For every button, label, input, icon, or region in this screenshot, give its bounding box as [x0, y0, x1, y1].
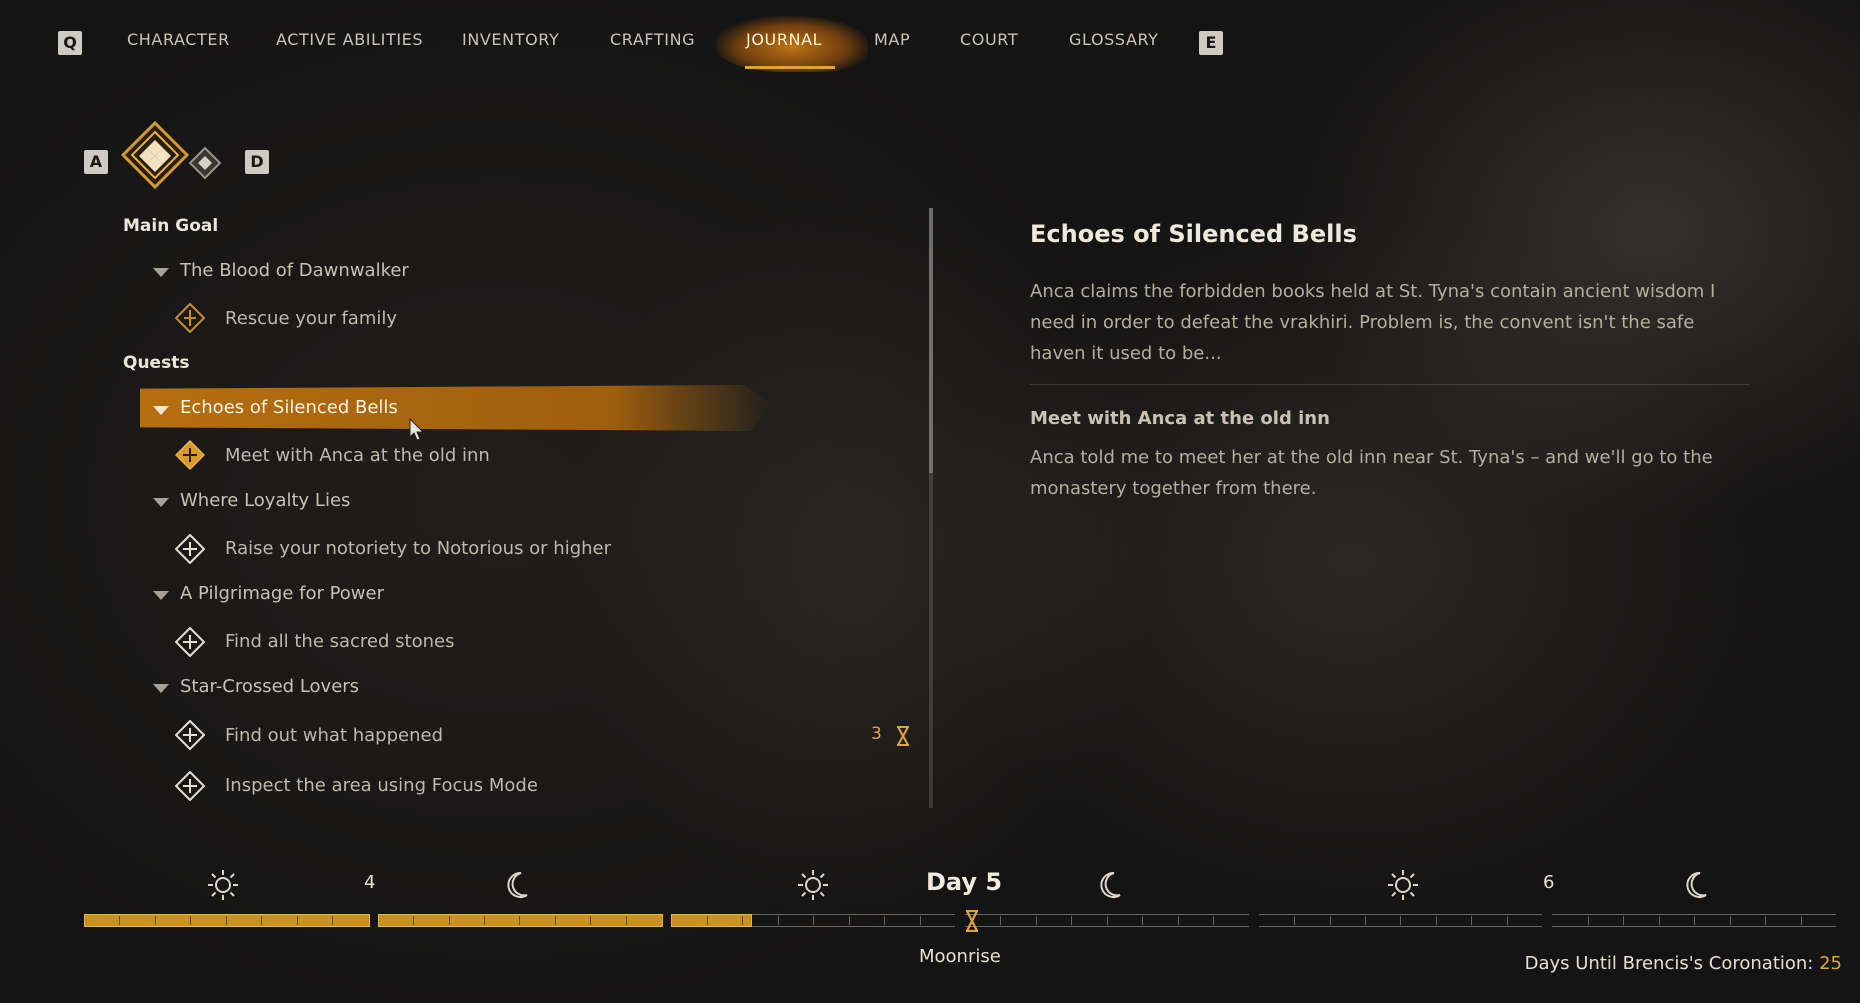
quests-heading: Quests — [123, 353, 190, 373]
timeline-segment — [1552, 914, 1836, 927]
timeline-segment — [1258, 914, 1543, 927]
next-day-number: 6 — [1543, 872, 1555, 893]
main-objective-diamond-icon — [175, 303, 205, 333]
sun-icon — [208, 870, 238, 900]
objective-diamond-icon — [175, 771, 205, 801]
active-tab-underline — [745, 66, 835, 69]
current-day-label: Day 5 — [926, 868, 1003, 896]
main-goal-heading: Main Goal — [123, 216, 219, 236]
tab-character[interactable]: CHARACTER — [127, 30, 230, 56]
objective-text[interactable]: Find out what happened — [225, 725, 443, 746]
detail-divider — [1030, 384, 1750, 385]
quest-title[interactable]: Star-Crossed Lovers — [180, 676, 359, 697]
objective-diamond-icon — [175, 627, 205, 657]
main-objective-text[interactable]: Rescue your family — [225, 308, 397, 329]
sun-icon — [798, 870, 828, 900]
list-scrollbar-thumb[interactable] — [929, 208, 933, 473]
objective-text[interactable]: Raise your notoriety to Notorious or hig… — [225, 538, 611, 559]
timeline-segment — [377, 914, 664, 927]
sun-icon — [1388, 870, 1418, 900]
detail-objective-text: Anca told me to meet her at the old inn … — [1030, 447, 1713, 499]
tab-inventory[interactable]: INVENTORY — [462, 30, 559, 56]
tab-court[interactable]: COURT — [960, 30, 1018, 56]
moon-icon — [1100, 871, 1121, 898]
mouse-cursor-icon — [409, 418, 425, 441]
prev-filter-key[interactable]: A — [84, 150, 108, 174]
tracked-objective-diamond-icon — [175, 440, 205, 470]
main-quest-title[interactable]: The Blood of Dawnwalker — [180, 260, 409, 281]
tab-glossary[interactable]: GLOSSARY — [1069, 30, 1159, 56]
tab-active-abilities[interactable]: ACTIVE ABILITIES — [276, 30, 423, 56]
next-filter-key[interactable]: D — [245, 150, 269, 174]
previous-day-number: 4 — [364, 872, 376, 893]
coronation-label: Days Until Brencis's Coronation: — [1524, 953, 1814, 974]
quest-filter-secondary-icon[interactable] — [188, 146, 222, 180]
objective-diamond-icon — [175, 720, 205, 750]
moon-icon — [1686, 871, 1707, 898]
collapse-caret-icon[interactable] — [153, 498, 169, 507]
collapse-caret-icon[interactable] — [153, 406, 169, 415]
current-time-hourglass-icon — [966, 910, 978, 932]
quest-title[interactable]: A Pilgrimage for Power — [180, 583, 384, 604]
objective-timer-count: 3 — [871, 724, 882, 744]
coronation-days: 25 — [1819, 953, 1842, 974]
objective-diamond-icon — [175, 534, 205, 564]
objective-text[interactable]: Meet with Anca at the old inn — [225, 445, 490, 466]
quest-title[interactable]: Where Loyalty Lies — [180, 490, 350, 511]
objective-text[interactable]: Inspect the area using Focus Mode — [225, 775, 538, 796]
timeline-segment — [965, 914, 1249, 927]
quest-filter-active-icon[interactable] — [120, 120, 190, 190]
day-phase-label: Moonrise — [919, 946, 1001, 967]
moon-icon — [507, 871, 528, 898]
tab-map[interactable]: MAP — [874, 30, 910, 56]
collapse-caret-icon[interactable] — [153, 591, 169, 600]
tab-journal[interactable]: JOURNAL — [746, 30, 822, 56]
coronation-countdown: Days Until Brencis's Coronation: 25 — [1525, 953, 1842, 974]
quest-title-selected[interactable]: Echoes of Silenced Bells — [180, 397, 398, 418]
top-navigation: Q CHARACTER ACTIVE ABILITIES INVENTORY C… — [0, 0, 1860, 86]
detail-quest-title: Echoes of Silenced Bells — [1030, 220, 1357, 248]
objective-text[interactable]: Find all the sacred stones — [225, 631, 454, 652]
next-tab-key[interactable]: E — [1199, 31, 1223, 55]
detail-objective-title: Meet with Anca at the old inn — [1030, 408, 1330, 429]
hourglass-icon — [897, 726, 909, 746]
timeline-segment — [671, 914, 955, 927]
collapse-caret-icon[interactable] — [153, 268, 169, 277]
timeline-segment — [84, 914, 370, 927]
tab-crafting[interactable]: CRAFTING — [610, 30, 695, 56]
collapse-caret-icon[interactable] — [153, 684, 169, 693]
prev-tab-key[interactable]: Q — [58, 31, 82, 55]
detail-description: Anca claims the forbidden books held at … — [1030, 281, 1716, 364]
